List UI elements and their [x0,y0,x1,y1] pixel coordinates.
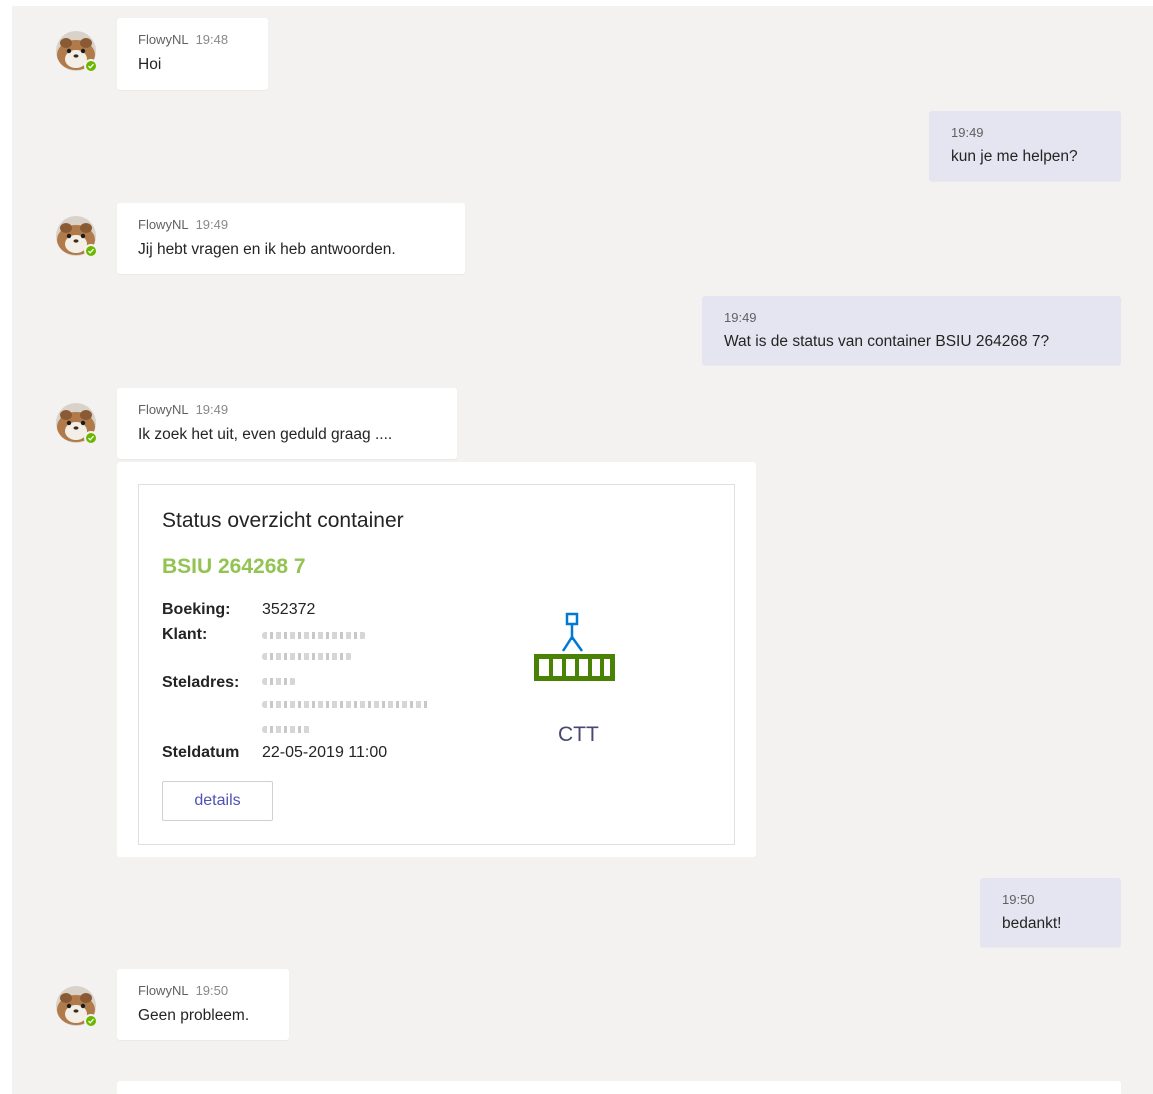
date-value: 22-05-2019 11:00 [262,744,388,761]
message-text: Wat is de status van container BSIU 2642… [724,333,1050,350]
avatar[interactable] [56,216,98,258]
date-label: Steldatum [162,744,240,761]
message-text: bedankt! [1002,915,1062,932]
container-crane-icon [532,612,622,702]
avatar[interactable] [56,986,98,1028]
message-bubble[interactable]: FlowyNL 19:50 Geen probleem. [117,969,289,1040]
sender-name: FlowyNL [138,217,189,232]
client-label: Klant: [162,626,208,643]
card-title: Status overzicht container [162,509,404,532]
message-text: Ik zoek het uit, even geduld graag .... [138,426,393,443]
message-text: Geen probleem. [138,1007,250,1024]
sender-name: FlowyNL [138,402,189,417]
own-message-bubble[interactable]: 19:49 Wat is de status van container BSI… [702,296,1121,365]
address-label: Steladres: [162,674,240,691]
timestamp: 19:50 [1002,892,1035,907]
message-bubble[interactable]: FlowyNL 19:48 Hoi [117,18,268,90]
client-value-redacted [262,632,366,639]
message-bubble[interactable]: FlowyNL 19:49 Ik zoek het uit, even gedul… [117,388,457,459]
address-value-redacted [262,726,312,733]
timestamp: 19:50 [195,983,229,998]
presence-available-icon [84,1014,98,1028]
next-message-card [117,1081,1121,1094]
booking-value: 352372 [262,601,316,618]
avatar[interactable] [56,403,98,445]
sender-name: FlowyNL [138,32,189,47]
presence-available-icon [84,59,98,73]
address-value-redacted [262,701,430,708]
own-message-bubble[interactable]: 19:50 bedankt! [980,878,1121,947]
timestamp: 19:48 [195,32,229,47]
address-value-redacted [262,678,296,685]
status-card: Status overzicht container BSIU 264268 7… [138,484,735,845]
timestamp: 19:49 [195,402,229,417]
avatar[interactable] [56,31,98,73]
presence-available-icon [84,244,98,258]
container-id: BSIU 264268 7 [162,555,306,578]
timestamp: 19:49 [951,125,984,140]
message-text: Jij hebt vragen en ik heb antwoorden. [138,241,396,258]
booking-label: Boeking: [162,601,231,618]
client-value-redacted [262,653,352,660]
timestamp: 19:49 [195,217,229,232]
message-text: kun je me helpen? [951,148,1078,165]
presence-available-icon [84,431,98,445]
message-text: Hoi [138,56,162,73]
adaptive-card-container: Status overzicht container BSIU 264268 7… [117,462,756,857]
sender-name: FlowyNL [138,983,189,998]
ctt-logo-text: CTT [558,723,599,746]
timestamp: 19:49 [724,310,757,325]
own-message-bubble[interactable]: 19:49 kun je me helpen? [929,111,1121,181]
message-bubble[interactable]: FlowyNL 19:49 Jij hebt vragen en ik heb a… [117,203,465,274]
details-button[interactable]: details [162,781,273,821]
